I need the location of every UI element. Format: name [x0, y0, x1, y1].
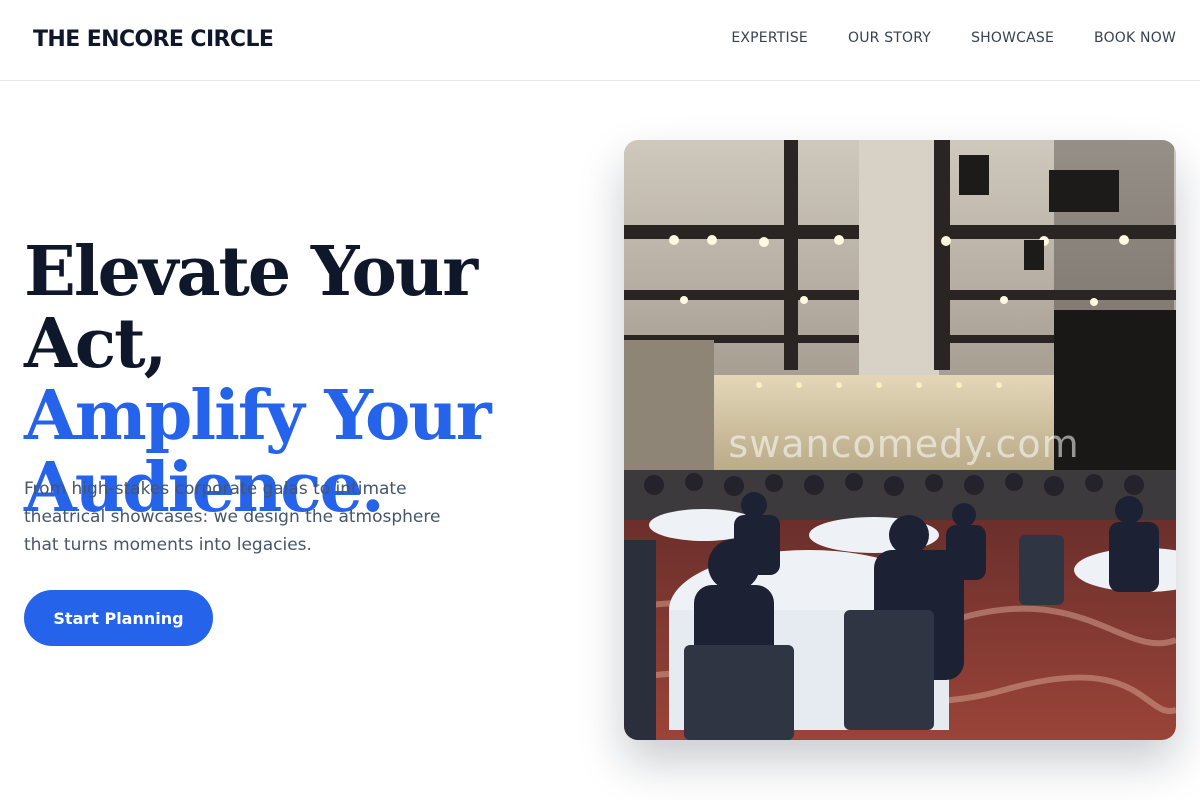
top-navigation-bar: THE ENCORE CIRCLE EXPERTISE OUR STORY SH…	[0, 0, 1200, 81]
nav-link-our-story[interactable]: OUR STORY	[848, 30, 931, 46]
hero-heading-line-1: Elevate Your Act,	[24, 232, 478, 384]
start-planning-button[interactable]: Start Planning	[24, 590, 213, 646]
main-nav: EXPERTISE OUR STORY SHOWCASE BOOK NOW	[731, 30, 1176, 46]
nav-link-showcase[interactable]: SHOWCASE	[971, 30, 1054, 46]
photo-watermark: swancomedy.com	[728, 422, 1080, 466]
hero-subtitle: From high-stakes corporate galas to inti…	[24, 479, 441, 555]
brand-logo[interactable]: THE ENCORE CIRCLE	[33, 27, 274, 52]
hero-heading-line-2: Amplify Your	[24, 376, 492, 456]
nav-link-expertise[interactable]: EXPERTISE	[731, 30, 808, 46]
nav-link-book-now[interactable]: BOOK NOW	[1094, 30, 1176, 46]
ballroom-gala-dinner-photo: swancomedy.com	[624, 140, 1176, 740]
